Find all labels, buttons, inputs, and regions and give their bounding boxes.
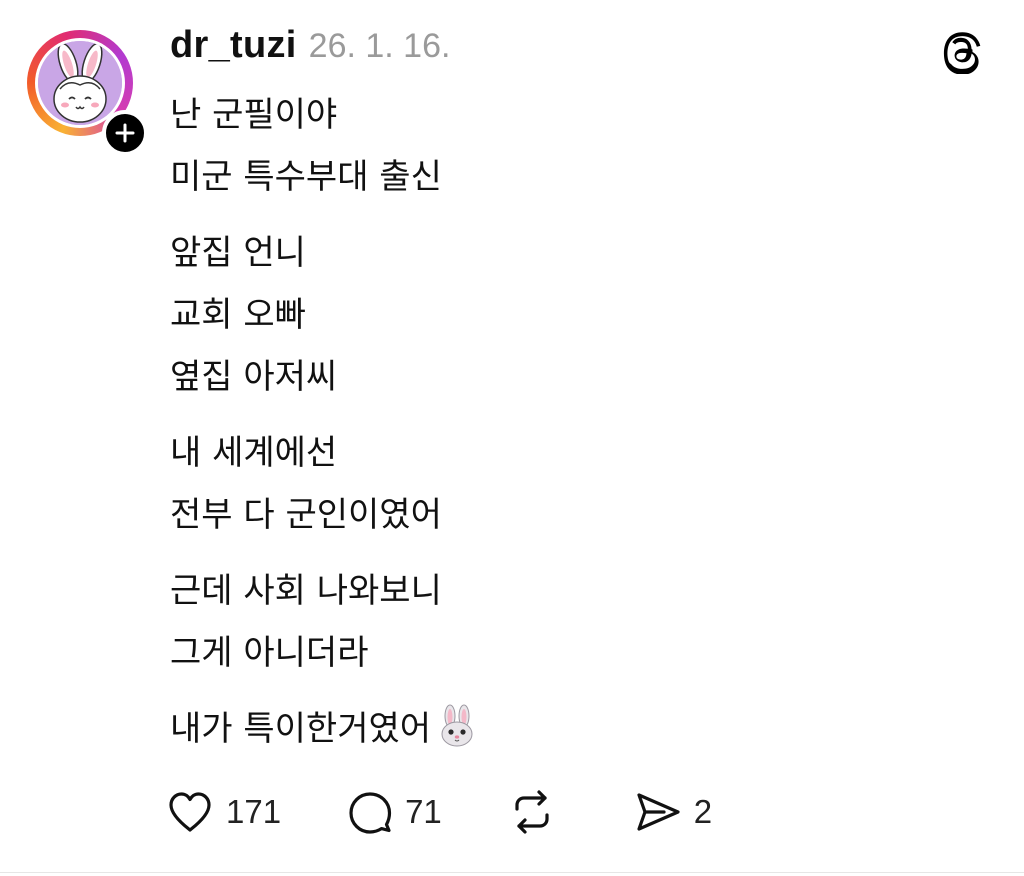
author-avatar-group[interactable] bbox=[27, 30, 148, 156]
reply-button[interactable]: 71 bbox=[347, 789, 442, 835]
text-line-with-emoji: 내가 특이한거였어 bbox=[170, 698, 950, 760]
rabbit-face-emoji-icon bbox=[435, 704, 479, 748]
text-line: 옆집 아저씨 bbox=[170, 357, 338, 397]
text-line: 교회 오빠 bbox=[170, 295, 306, 335]
like-button[interactable]: 171 bbox=[166, 789, 281, 835]
text-line: 근데 사회 나와보니 bbox=[170, 571, 442, 611]
reply-count: 71 bbox=[405, 793, 442, 830]
bunny-avatar-icon[interactable] bbox=[38, 41, 122, 125]
send-icon bbox=[637, 793, 680, 831]
author-username[interactable]: dr_tuzi bbox=[170, 24, 297, 67]
comment-icon bbox=[349, 792, 392, 834]
divider bbox=[0, 872, 1024, 873]
like-count: 171 bbox=[226, 793, 282, 830]
paragraph: 난 군필이야 미군 특수부대 출신 bbox=[170, 84, 950, 208]
text-line: 내 세계에선 bbox=[170, 433, 338, 473]
threads-logo-icon[interactable] bbox=[939, 28, 985, 75]
text-line: 내가 특이한거였어 bbox=[170, 709, 432, 749]
post-actions: 171 71 2 bbox=[166, 786, 778, 838]
paragraph: 내 세계에선 전부 다 군인이였어 bbox=[170, 422, 950, 546]
repost-icon bbox=[515, 790, 549, 834]
post-body: 난 군필이야 미군 특수부대 출신 앞집 언니 교회 오빠 옆집 아저씨 내 세… bbox=[170, 84, 950, 776]
heart-icon bbox=[169, 792, 211, 832]
share-button[interactable]: 2 bbox=[634, 789, 712, 835]
text-line: 그게 아니더라 bbox=[170, 633, 369, 673]
follow-button[interactable] bbox=[102, 110, 148, 156]
paragraph: 근데 사회 나와보니 그게 아니더라 bbox=[170, 560, 950, 684]
text-line: 전부 다 군인이였어 bbox=[170, 495, 442, 535]
share-count: 2 bbox=[693, 793, 713, 830]
paragraph: 앞집 언니 교회 오빠 옆집 아저씨 bbox=[170, 222, 950, 408]
post-header: dr_tuzi 26. 1. 16. bbox=[170, 24, 450, 80]
text-line: 앞집 언니 bbox=[170, 233, 306, 273]
paragraph: 내가 특이한거였어 bbox=[170, 698, 950, 760]
post-date: 26. 1. 16. bbox=[308, 27, 451, 65]
text-line: 미군 특수부대 출신 bbox=[170, 157, 442, 197]
repost-button[interactable] bbox=[508, 789, 568, 835]
text-line: 난 군필이야 bbox=[170, 95, 338, 135]
plus-icon bbox=[115, 123, 135, 143]
